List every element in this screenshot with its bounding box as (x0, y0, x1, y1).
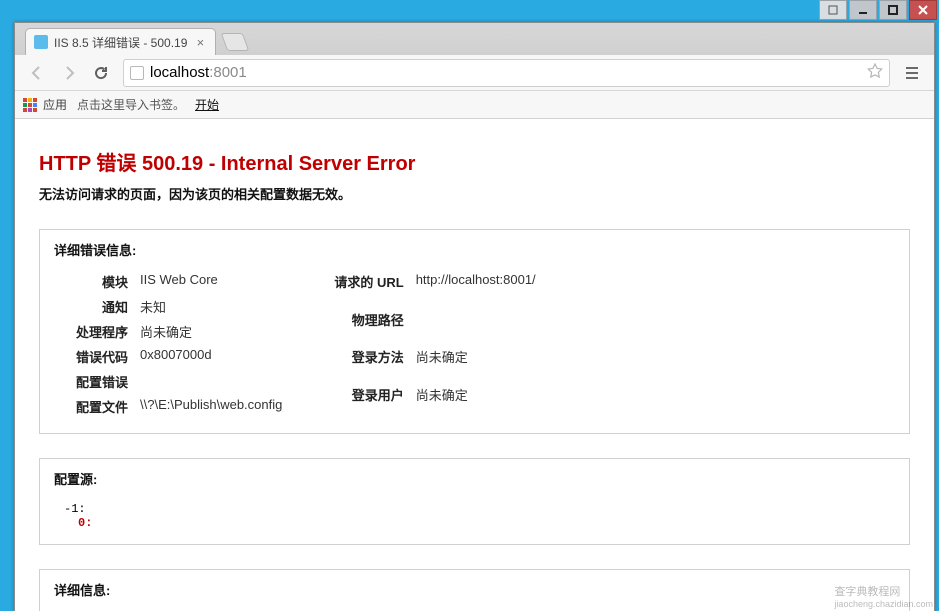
browser-window: IIS 8.5 详细错误 - 500.19 × localhost:8001 (14, 22, 935, 611)
page-icon (130, 66, 144, 80)
bookmark-star-icon[interactable] (867, 63, 883, 82)
table-row: 错误代码0x8007000d (54, 344, 288, 369)
value-requrl: http://localhost:8001/ (410, 269, 542, 307)
details-panel: 详细错误信息: 模块IIS Web Core 通知未知 处理程序尚未确定 错误代… (39, 229, 910, 434)
label-module: 模块 (54, 269, 134, 294)
apps-label: 应用 (43, 96, 67, 113)
chrome-menu-button[interactable] (898, 59, 926, 87)
label-errcode: 错误代码 (54, 344, 134, 369)
table-row: 登录用户尚未确定 (328, 382, 541, 420)
value-errcode: 0x8007000d (134, 344, 288, 369)
table-row: 登录方法尚未确定 (328, 344, 541, 382)
value-cfgerr (134, 369, 288, 394)
value-loguser: 尚未确定 (410, 382, 542, 420)
bookmarks-bar: 应用 点击这里导入书签。 开始 (15, 91, 934, 119)
config-line-1: -1: (64, 502, 895, 516)
window-maximize-button[interactable] (879, 0, 907, 20)
value-phys (410, 307, 542, 345)
window-controls (819, 0, 939, 22)
window-spacer-button[interactable] (819, 0, 847, 20)
window-minimize-button[interactable] (849, 0, 877, 20)
table-row: 模块IIS Web Core (54, 269, 288, 294)
reload-button[interactable] (87, 59, 115, 87)
back-button[interactable] (23, 59, 51, 87)
more-info-heading: 详细信息: (54, 580, 895, 599)
table-row: 配置错误 (54, 369, 288, 394)
label-notify: 通知 (54, 294, 134, 319)
label-handler: 处理程序 (54, 319, 134, 344)
label-cfgerr: 配置错误 (54, 369, 134, 394)
details-right-table: 请求的 URLhttp://localhost:8001/ 物理路径 登录方法尚… (328, 269, 541, 419)
import-bookmarks-hint: 点击这里导入书签。 (77, 96, 185, 113)
table-row: 请求的 URLhttp://localhost:8001/ (328, 269, 541, 307)
url-host: localhost (150, 64, 209, 81)
details-heading: 详细错误信息: (54, 240, 895, 259)
value-notify: 未知 (134, 294, 288, 319)
error-subtitle: 无法访问请求的页面，因为该页的相关配置数据无效。 (39, 184, 910, 203)
config-line-2: 0: (64, 516, 895, 530)
url-port: :8001 (209, 64, 247, 81)
browser-toolbar: localhost:8001 (15, 55, 934, 91)
forward-button[interactable] (55, 59, 83, 87)
table-row: 通知未知 (54, 294, 288, 319)
value-logon: 尚未确定 (410, 344, 542, 382)
table-row: 处理程序尚未确定 (54, 319, 288, 344)
more-info-panel: 详细信息: 当读取 Web 服务器或 Web 应用程序的配置文件出现问题时，就会… (39, 569, 910, 611)
label-requrl: 请求的 URL (328, 269, 409, 307)
address-bar[interactable]: localhost:8001 (123, 59, 890, 87)
window-close-button[interactable] (909, 0, 937, 20)
config-heading: 配置源: (54, 469, 895, 488)
new-tab-button[interactable] (221, 33, 250, 51)
browser-tab[interactable]: IIS 8.5 详细错误 - 500.19 × (25, 28, 216, 55)
table-row: 物理路径 (328, 307, 541, 345)
apps-button[interactable]: 应用 (23, 96, 67, 113)
label-phys: 物理路径 (328, 307, 409, 345)
tab-strip: IIS 8.5 详细错误 - 500.19 × (15, 23, 934, 55)
details-left-table: 模块IIS Web Core 通知未知 处理程序尚未确定 错误代码0x80070… (54, 269, 288, 419)
config-source-panel: 配置源: -1: 0: (39, 458, 910, 545)
value-cfgfile: \\?\E:\Publish\web.config (134, 394, 288, 419)
label-logon: 登录方法 (328, 344, 409, 382)
tab-close-icon[interactable]: × (193, 35, 207, 49)
value-handler: 尚未确定 (134, 319, 288, 344)
value-module: IIS Web Core (134, 269, 288, 294)
iis-favicon-icon (34, 35, 48, 49)
import-bookmarks-link[interactable]: 开始 (195, 96, 219, 113)
page-content: HTTP 错误 500.19 - Internal Server Error 无… (15, 119, 934, 611)
url-text: localhost:8001 (150, 64, 247, 81)
config-source-code: -1: 0: (54, 498, 895, 530)
tab-title: IIS 8.5 详细错误 - 500.19 (54, 34, 187, 51)
label-cfgfile: 配置文件 (54, 394, 134, 419)
label-loguser: 登录用户 (328, 382, 409, 420)
error-title: HTTP 错误 500.19 - Internal Server Error (39, 147, 910, 176)
table-row: 配置文件\\?\E:\Publish\web.config (54, 394, 288, 419)
apps-icon (23, 98, 37, 112)
